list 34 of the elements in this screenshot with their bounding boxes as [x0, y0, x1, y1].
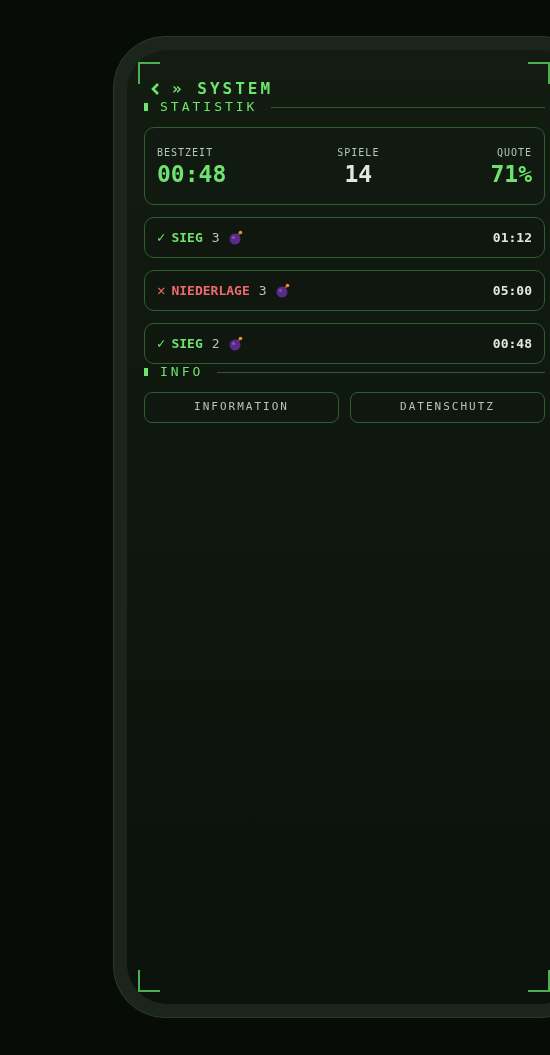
back-icon [150, 82, 160, 96]
bomb-icon [228, 230, 243, 245]
cross-mark: ✕ [157, 281, 166, 300]
page-title: » SYSTEM [172, 78, 274, 100]
corner-bracket [528, 970, 550, 992]
game-time: 01:12 [492, 228, 532, 247]
bomb-count: 3 [258, 281, 267, 300]
section-marker [144, 103, 148, 111]
bomb-count: 3 [211, 228, 220, 247]
result-label: SIEG [171, 334, 203, 353]
stat-value: 00:48 [157, 161, 227, 187]
game-time: 00:48 [492, 334, 532, 353]
stat-label: SPIELE [337, 146, 380, 160]
game-time: 05:00 [492, 281, 532, 300]
section-marker [144, 368, 148, 376]
stat-label: QUOTE [496, 146, 532, 160]
bomb-count: 2 [211, 334, 220, 353]
section-title: STATISTIK [160, 98, 258, 117]
info-button[interactable]: INFORMATION [144, 392, 339, 423]
result-label: NIEDERLAGE [171, 281, 250, 300]
stat-label: BESTZEIT [157, 146, 214, 160]
corner-bracket [138, 970, 160, 992]
bomb-icon [275, 283, 290, 298]
info-button[interactable]: DATENSCHUTZ [350, 392, 545, 423]
stat-value: 71% [490, 161, 532, 187]
corner-bracket [528, 62, 550, 84]
result-label: SIEG [171, 228, 203, 247]
back-button[interactable] [150, 82, 160, 96]
stat-value: 14 [344, 161, 373, 187]
bomb-icon [228, 336, 243, 351]
section-title: INFO [160, 363, 204, 382]
corner-bracket [138, 62, 160, 84]
check-mark: ✓ [157, 334, 166, 353]
check-mark: ✓ [157, 228, 166, 247]
